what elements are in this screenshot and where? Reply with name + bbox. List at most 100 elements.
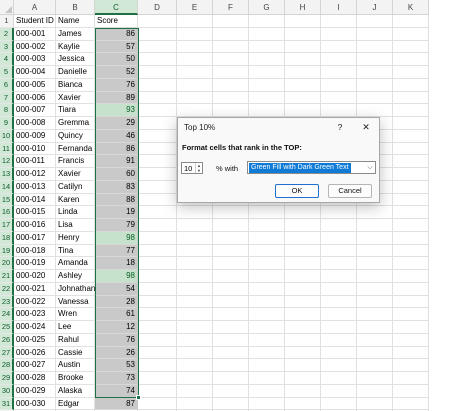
empty-cell[interactable] <box>357 15 393 28</box>
student-id-cell[interactable]: 000-004 <box>14 66 56 79</box>
empty-cell[interactable] <box>138 257 177 270</box>
score-cell-top[interactable]: 98 <box>95 270 138 283</box>
empty-cell[interactable] <box>249 270 285 283</box>
name-cell[interactable]: Xavier <box>56 91 95 105</box>
empty-cell[interactable] <box>177 282 213 296</box>
name-cell[interactable]: Tiara <box>56 104 95 117</box>
empty-cell[interactable] <box>213 219 249 232</box>
select-all-corner[interactable] <box>0 0 14 15</box>
empty-cell[interactable] <box>393 397 429 411</box>
empty-cell[interactable] <box>285 91 321 105</box>
empty-cell[interactable] <box>213 372 249 385</box>
empty-cell[interactable] <box>285 372 321 385</box>
column-header-h[interactable]: H <box>285 0 321 15</box>
empty-cell[interactable] <box>138 27 177 41</box>
empty-cell[interactable] <box>177 53 213 66</box>
empty-cell[interactable] <box>357 231 393 245</box>
empty-cell[interactable] <box>138 168 177 181</box>
empty-cell[interactable] <box>249 257 285 270</box>
empty-cell[interactable] <box>321 321 357 334</box>
empty-cell[interactable] <box>177 15 213 28</box>
empty-cell[interactable] <box>177 231 213 245</box>
score-cell[interactable]: 19 <box>95 206 138 219</box>
row-header-20[interactable]: 20 <box>0 257 14 270</box>
empty-cell[interactable] <box>177 359 213 372</box>
empty-cell[interactable] <box>138 384 177 398</box>
empty-cell[interactable] <box>249 53 285 66</box>
empty-cell[interactable] <box>138 295 177 309</box>
score-cell[interactable]: 61 <box>95 308 138 321</box>
format-selected-option[interactable]: Green Fill with Dark Green Text <box>249 163 351 173</box>
score-cell[interactable]: 91 <box>95 155 138 168</box>
empty-cell[interactable] <box>357 282 393 296</box>
empty-cell[interactable] <box>138 104 177 117</box>
empty-cell[interactable] <box>393 15 429 28</box>
student-id-cell[interactable]: 000-013 <box>14 180 56 194</box>
name-cell[interactable]: Catilyn <box>56 180 95 194</box>
empty-cell[interactable] <box>249 295 285 309</box>
empty-cell[interactable] <box>393 295 429 309</box>
score-cell[interactable]: 53 <box>95 359 138 372</box>
empty-cell[interactable] <box>393 244 429 258</box>
student-id-cell[interactable]: 000-029 <box>14 384 56 398</box>
empty-cell[interactable] <box>321 66 357 79</box>
row-header-15[interactable]: 15 <box>0 193 14 207</box>
empty-cell[interactable] <box>321 346 357 360</box>
row-header-12[interactable]: 12 <box>0 155 14 168</box>
empty-cell[interactable] <box>357 359 393 372</box>
empty-cell[interactable] <box>285 244 321 258</box>
empty-cell[interactable] <box>177 27 213 41</box>
empty-cell[interactable] <box>213 384 249 398</box>
empty-cell[interactable] <box>177 346 213 360</box>
empty-cell[interactable] <box>249 78 285 92</box>
empty-cell[interactable] <box>321 308 357 321</box>
student-id-cell[interactable]: 000-021 <box>14 282 56 296</box>
student-id-cell[interactable]: 000-019 <box>14 257 56 270</box>
name-cell[interactable]: Francis <box>56 155 95 168</box>
row-header-31[interactable]: 31 <box>0 397 14 411</box>
name-cell[interactable]: Amanda <box>56 257 95 270</box>
empty-cell[interactable] <box>249 206 285 219</box>
student-id-cell[interactable]: 000-025 <box>14 333 56 347</box>
row-header-8[interactable]: 8 <box>0 104 14 117</box>
empty-cell[interactable] <box>393 333 429 347</box>
score-cell[interactable]: 12 <box>95 321 138 334</box>
empty-cell[interactable] <box>321 244 357 258</box>
row-header-21[interactable]: 21 <box>0 270 14 283</box>
empty-cell[interactable] <box>138 117 177 130</box>
score-cell[interactable]: 76 <box>95 333 138 347</box>
score-cell[interactable]: 28 <box>95 295 138 309</box>
score-cell[interactable]: 77 <box>95 244 138 258</box>
empty-cell[interactable] <box>285 333 321 347</box>
empty-cell[interactable] <box>249 91 285 105</box>
empty-cell[interactable] <box>249 282 285 296</box>
empty-cell[interactable] <box>357 104 393 117</box>
student-id-cell[interactable]: 000-017 <box>14 231 56 245</box>
empty-cell[interactable] <box>393 91 429 105</box>
column-header-k[interactable]: K <box>393 0 429 15</box>
empty-cell[interactable] <box>357 384 393 398</box>
empty-cell[interactable] <box>393 78 429 92</box>
empty-cell[interactable] <box>177 295 213 309</box>
empty-cell[interactable] <box>393 142 429 156</box>
name-cell[interactable]: Quincy <box>56 129 95 143</box>
empty-cell[interactable] <box>357 53 393 66</box>
empty-cell[interactable] <box>393 180 429 194</box>
empty-cell[interactable] <box>177 270 213 283</box>
empty-cell[interactable] <box>321 15 357 28</box>
empty-cell[interactable] <box>357 78 393 92</box>
empty-cell[interactable] <box>138 193 177 207</box>
top-percent-stepper[interactable]: 10 ▲ ▼ <box>181 162 203 174</box>
empty-cell[interactable] <box>213 270 249 283</box>
student-id-cell[interactable]: 000-003 <box>14 53 56 66</box>
empty-cell[interactable] <box>285 308 321 321</box>
empty-cell[interactable] <box>213 40 249 54</box>
student-id-cell[interactable]: 000-027 <box>14 359 56 372</box>
empty-cell[interactable] <box>393 117 429 130</box>
empty-cell[interactable] <box>138 282 177 296</box>
empty-cell[interactable] <box>285 270 321 283</box>
empty-cell[interactable] <box>321 219 357 232</box>
empty-cell[interactable] <box>357 91 393 105</box>
student-id-cell[interactable]: 000-007 <box>14 104 56 117</box>
empty-cell[interactable] <box>249 244 285 258</box>
